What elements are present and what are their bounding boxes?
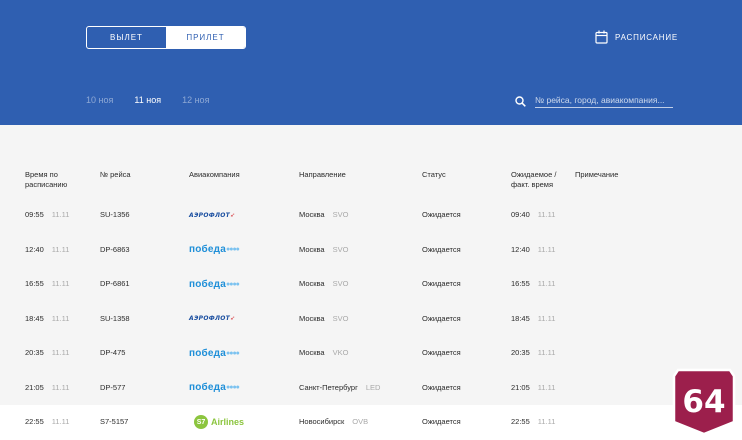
table-row[interactable]: 16:55 11.11 DP-6861 победа ●●●● Москва SVO Ожид…	[0, 267, 742, 302]
flights-table: Время по расписанию № рейса Авиакомпания…	[0, 160, 742, 440]
col-flight-number: № рейса	[100, 170, 131, 179]
flight-number: DP-6861	[100, 279, 130, 288]
flight-status: Ожидается	[422, 279, 461, 288]
aeroflot-logo: АЭРОФЛОТ ➶	[189, 315, 236, 322]
search-icon[interactable]	[515, 95, 526, 107]
schedule-label: РАСПИСАНИЕ	[615, 32, 679, 42]
destination: Москва SVO	[299, 244, 349, 254]
scheduled-time: 12:40 11.11	[25, 244, 70, 254]
col-destination: Направление	[299, 170, 346, 179]
table-row[interactable]: 20:35 11.11 DP-475 победа ●●●● Москва VKO Ожида…	[0, 336, 742, 371]
flight-status: Ожидается	[422, 382, 461, 392]
pobeda-logo: победа ●●●●	[189, 244, 240, 255]
s7-logo: S7 Airlines	[194, 413, 244, 431]
destination: Новосибирск OVB	[299, 417, 369, 426]
table-row[interactable]: 22:55 11.11 S7-5157 S7 Airlines Новосибирск OV…	[0, 405, 742, 440]
schedule-link[interactable]: РАСПИСАНИЕ	[595, 30, 678, 44]
destination: Москва VKO	[299, 348, 349, 357]
scheduled-time: 18:45 11.11	[25, 313, 70, 323]
table-row[interactable]: 12:40 11.11 DP-6863 победа ●●●● Москва SVO Ожид…	[0, 233, 742, 268]
col-airline: Авиакомпания	[189, 170, 240, 179]
date-tab-0[interactable]: 10 ноя	[86, 95, 113, 105]
pobeda-logo: победа ●●●●	[189, 278, 240, 290]
search-box	[515, 94, 673, 108]
date-tab-1[interactable]: 11 ноя	[134, 95, 161, 105]
pobeda-logo: победа ●●●●	[189, 347, 240, 359]
flight-status: Ожидается	[422, 313, 461, 323]
flight-status: Ожидается	[422, 244, 461, 254]
tab-departure[interactable]: ВЫЛЕТ	[87, 27, 166, 48]
flight-status: Ожидается	[422, 210, 461, 219]
expected-time: 18:45 11.11	[511, 313, 556, 323]
table-header: Время по расписанию № рейса Авиакомпания…	[0, 160, 742, 198]
flight-status: Ожидается	[422, 348, 461, 357]
scheduled-time: 20:35 11.11	[25, 348, 70, 357]
flight-status: Ожидается	[422, 417, 461, 426]
scheduled-time: 16:55 11.11	[25, 279, 70, 288]
date-tab-2[interactable]: 12 ноя	[182, 95, 209, 105]
search-input[interactable]	[535, 94, 673, 108]
age-rating-text: 64	[682, 384, 725, 420]
date-selector: 10 ноя 11 ноя 12 ноя	[86, 95, 230, 105]
expected-time: 09:40 11.11	[511, 210, 556, 219]
col-scheduled-time: Время по расписанию	[25, 170, 68, 189]
table-body: 09:55 11.11 SU-1356 АЭРОФЛОТ ➶ Москва SVO Ожида…	[0, 198, 742, 440]
col-expected-time: Ожидаемое / факт. время	[511, 170, 557, 189]
age-rating-badge: 64	[672, 368, 736, 436]
direction-toggle: ВЫЛЕТ ПРИЛЕТ	[86, 26, 246, 49]
expected-time: 16:55 11.11	[511, 279, 556, 288]
pobeda-logo: победа ●●●●	[189, 382, 240, 393]
flight-number: DP-475	[100, 348, 126, 357]
table-row[interactable]: 18:45 11.11 SU-1358 АЭРОФЛОТ ➶ Москва SVO Ожида…	[0, 302, 742, 337]
destination: Москва SVO	[299, 313, 349, 323]
scheduled-time: 22:55 11.11	[25, 417, 70, 426]
flight-number: SU-1356	[100, 210, 130, 219]
table-row[interactable]: 21:05 11.11 DP-577 победа ●●●● Санкт-Петербур…	[0, 371, 742, 406]
flight-number: S7-5157	[100, 417, 129, 426]
aeroflot-logo: АЭРОФЛОТ ➶	[189, 211, 236, 219]
expected-time: 22:55 11.11	[511, 417, 556, 426]
destination: Москва SVO	[299, 210, 349, 219]
scheduled-time: 21:05 11.11	[25, 382, 70, 392]
col-note: Примечание	[575, 170, 619, 179]
expected-time: 21:05 11.11	[511, 382, 556, 392]
col-status: Статус	[422, 170, 446, 179]
expected-time: 20:35 11.11	[511, 348, 556, 357]
flight-number: SU-1358	[100, 313, 130, 323]
destination: Москва SVO	[299, 279, 349, 288]
flight-number: DP-577	[100, 382, 126, 392]
destination: Санкт-Петербург LED	[299, 382, 381, 392]
expected-time: 12:40 11.11	[511, 244, 556, 254]
scheduled-time: 09:55 11.11	[25, 210, 70, 219]
calendar-icon	[595, 30, 608, 44]
header: ВЫЛЕТ ПРИЛЕТ РАСПИСАНИЕ 10 ноя 11 ноя 12…	[0, 0, 742, 125]
table-row[interactable]: 09:55 11.11 SU-1356 АЭРОФЛОТ ➶ Москва SVO Ожида…	[0, 198, 742, 233]
flight-number: DP-6863	[100, 244, 130, 254]
tab-arrival[interactable]: ПРИЛЕТ	[166, 27, 245, 48]
